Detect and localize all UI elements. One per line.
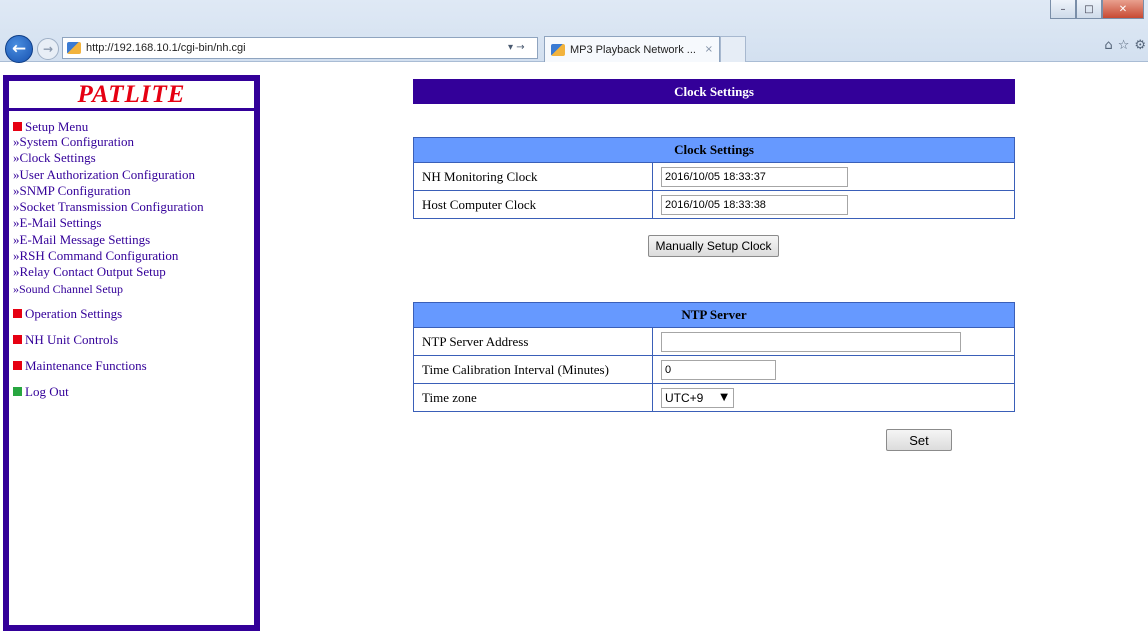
red-square-icon	[13, 122, 22, 131]
red-square-icon	[13, 335, 22, 345]
clock-settings-header: Clock Settings	[413, 137, 1015, 163]
sidebar-item-operation-settings[interactable]: Operation Settings	[13, 305, 254, 323]
set-button[interactable]: Set	[886, 429, 952, 451]
table-row: Time Calibration Interval (Minutes)	[413, 355, 1015, 384]
sidebar-item-email-message-settings[interactable]: »E-Mail Message Settings	[13, 232, 254, 248]
red-square-icon	[13, 361, 22, 371]
back-button[interactable]: ←	[5, 35, 33, 63]
host-computer-clock-label: Host Computer Clock	[413, 190, 653, 219]
time-calibration-interval-cell	[652, 355, 1015, 384]
operation-settings-group: Operation Settings	[13, 305, 254, 323]
table-row: NTP Server Address	[413, 327, 1015, 356]
time-zone-label: Time zone	[413, 383, 653, 412]
chevron-down-icon: ▼	[720, 392, 728, 403]
forward-button[interactable]: →	[37, 38, 59, 60]
host-computer-clock-cell	[652, 190, 1015, 219]
logout-group: Log Out	[13, 383, 254, 401]
nh-monitoring-clock-label: NH Monitoring Clock	[413, 162, 653, 191]
table-row: Time zone UTC+9 ▼	[413, 383, 1015, 412]
logo-box: PATLITE	[9, 81, 254, 111]
page-title: Clock Settings	[413, 79, 1015, 104]
tab-mp3-playback[interactable]: MP3 Playback Network ... ×	[544, 36, 720, 62]
table-row: NH Monitoring Clock	[413, 162, 1015, 191]
tab-close-icon[interactable]: ×	[705, 44, 713, 55]
address-bar[interactable]: http://192.168.10.1/cgi-bin/nh.cgi	[62, 37, 538, 59]
clock-settings-table: Clock Settings NH Monitoring Clock Host …	[413, 137, 1015, 219]
nh-unit-controls-label: NH Unit Controls	[25, 331, 119, 347]
toolbar-icons: ⌂ ☆ ⚙	[1104, 38, 1146, 53]
sidebar-item-user-authorization[interactable]: »User Authorization Configuration	[13, 167, 254, 183]
new-tab-button[interactable]	[720, 36, 746, 62]
sidebar-item-system-configuration[interactable]: »System Configuration	[13, 134, 254, 150]
log-out-label: Log Out	[25, 383, 69, 399]
sidebar-item-sound-channel[interactable]: »Sound Channel Setup	[13, 281, 254, 297]
setup-menu-heading[interactable]: Setup Menu	[13, 119, 254, 134]
ntp-server-address-cell	[652, 327, 1015, 356]
setup-menu-label: Setup Menu	[25, 119, 89, 134]
host-computer-clock-field[interactable]	[661, 194, 848, 215]
page-favicon-icon	[67, 42, 81, 54]
url-text: http://192.168.10.1/cgi-bin/nh.cgi	[86, 42, 246, 54]
tab-title: MP3 Playback Network ...	[570, 43, 696, 56]
favorites-icon[interactable]: ☆	[1118, 38, 1130, 53]
maintenance-functions-label: Maintenance Functions	[25, 357, 147, 373]
gear-icon[interactable]: ⚙	[1134, 38, 1146, 53]
nh-monitoring-clock-cell	[652, 162, 1015, 191]
sidebar-item-clock-settings[interactable]: »Clock Settings	[13, 150, 254, 166]
ntp-server-address-field[interactable]	[661, 331, 961, 352]
sidebar-item-maintenance-functions[interactable]: Maintenance Functions	[13, 357, 254, 375]
sidebar-item-rsh-command[interactable]: »RSH Command Configuration	[13, 248, 254, 264]
ntp-server-table: NTP Server NTP Server Address Time Calib…	[413, 302, 1015, 412]
red-square-icon	[13, 309, 22, 319]
manually-setup-clock-button[interactable]: Manually Setup Clock	[648, 235, 779, 257]
ntp-server-header: NTP Server	[413, 302, 1015, 328]
time-calibration-interval-label: Time Calibration Interval (Minutes)	[413, 355, 653, 384]
maintenance-group: Maintenance Functions	[13, 357, 254, 375]
time-zone-select[interactable]: UTC+9 ▼	[661, 387, 734, 408]
sidebar: PATLITE Setup Menu »System Configuration…	[3, 75, 260, 631]
sidebar-item-socket-transmission[interactable]: »Socket Transmission Configuration	[13, 199, 254, 215]
nh-monitoring-clock-field[interactable]	[661, 166, 848, 187]
minimize-button[interactable]: –	[1050, 0, 1076, 19]
time-calibration-interval-field[interactable]	[661, 359, 776, 380]
nh-unit-controls-group: NH Unit Controls	[13, 331, 254, 349]
close-button[interactable]: ✕	[1102, 0, 1144, 19]
sidebar-item-log-out[interactable]: Log Out	[13, 383, 254, 401]
patlite-logo: PATLITE	[77, 80, 186, 108]
operation-settings-label: Operation Settings	[25, 305, 123, 321]
sidebar-item-email-settings[interactable]: »E-Mail Settings	[13, 215, 254, 231]
sidebar-item-relay-contact-output[interactable]: »Relay Contact Output Setup	[13, 264, 254, 280]
green-square-icon	[13, 387, 22, 397]
sidebar-item-nh-unit-controls[interactable]: NH Unit Controls	[13, 331, 254, 349]
time-zone-selected-value: UTC+9	[665, 390, 704, 405]
ntp-server-address-label: NTP Server Address	[413, 327, 653, 356]
sidebar-item-snmp-configuration[interactable]: »SNMP Configuration	[13, 183, 254, 199]
home-icon[interactable]: ⌂	[1104, 38, 1112, 53]
time-zone-cell: UTC+9 ▼	[652, 383, 1015, 412]
tab-favicon-icon	[551, 43, 565, 56]
window-controls: – □ ✕	[1050, 0, 1144, 19]
address-dropdown-refresh[interactable]: ▾ →	[508, 42, 525, 53]
sidebar-panel: PATLITE Setup Menu »System Configuration…	[8, 80, 255, 626]
table-row: Host Computer Clock	[413, 190, 1015, 219]
sidebar-menu: Setup Menu »System Configuration »Clock …	[9, 111, 254, 401]
browser-chrome: – □ ✕ ← → http://192.168.10.1/cgi-bin/nh…	[0, 0, 1148, 63]
maximize-button[interactable]: □	[1076, 0, 1102, 19]
